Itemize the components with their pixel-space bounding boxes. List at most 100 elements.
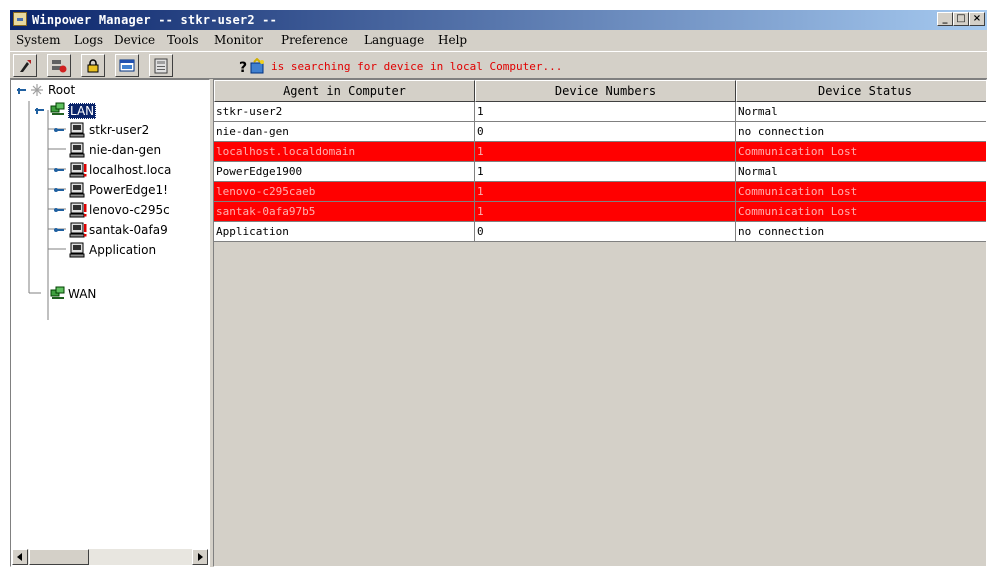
tools-button[interactable] [13,54,37,77]
cell-device-status: Normal [736,102,986,122]
minimize-button[interactable]: _ [937,12,953,26]
cell-agent: localhost.localdomain [214,142,475,162]
tree-label: PowerEdge1! [89,183,168,197]
app-window: Winpower Manager -- stkr-user2 -- _ □ × … [10,10,987,567]
table-row[interactable]: stkr-user2 1 Normal [214,102,986,122]
tree-label: Root [48,83,76,97]
device-tree: Root LAN stkr-user2 nie-dan-gen localhos… [10,79,210,567]
cell-device-status: no connection [736,122,986,142]
window-icon [119,59,135,72]
table-row[interactable]: Application 0 no connection [214,222,986,242]
network-icon [50,102,65,115]
menu-tools[interactable]: Tools [167,33,199,47]
title-bar[interactable]: Winpower Manager -- stkr-user2 -- _ □ × [10,10,987,30]
cell-device-numbers: 1 [475,162,736,182]
table-row[interactable]: PowerEdge1900 1 Normal [214,162,986,182]
app-icon[interactable] [13,12,27,26]
scroll-right-arrow[interactable] [192,549,208,565]
network-icon [50,286,65,299]
help-icon: ? [239,60,247,76]
menu-language[interactable]: Language [364,33,424,47]
calculator-icon [154,58,168,74]
tree-label: WAN [68,287,97,301]
tools-icon [20,60,31,72]
table-header: Agent in Computer Device Numbers Device … [214,80,986,102]
cell-device-status: no connection [736,222,986,242]
table-row[interactable]: localhost.localdomain 1 Communication Lo… [214,142,986,162]
cell-device-numbers: 1 [475,182,736,202]
scroll-left-arrow[interactable] [12,549,28,565]
status-message: is searching for device in local Compute… [271,60,563,73]
expand-toggle[interactable] [33,106,45,114]
window-title: Winpower Manager -- stkr-user2 -- [32,13,278,27]
arrow-left-icon [17,553,22,561]
cell-agent: stkr-user2 [214,102,475,122]
column-header-agent[interactable]: Agent in Computer [214,80,475,102]
tree-label: lenovo-c295c [89,203,170,217]
close-button[interactable]: × [969,12,985,26]
window-button[interactable] [115,54,139,77]
tree-label: santak-0afa9 [89,223,168,237]
computer-icon [69,142,85,158]
scroll-thumb[interactable] [29,549,89,565]
device-list-button[interactable] [47,54,71,77]
menu-bar: System Logs Device Tools Monitor Prefere… [10,30,987,50]
cell-device-numbers: 1 [475,202,736,222]
cell-device-numbers: 1 [475,102,736,122]
expand-toggle[interactable] [53,226,65,234]
menu-system[interactable]: System [16,33,60,47]
lock-icon [87,59,99,73]
tree-label: LAN [68,103,97,119]
cell-agent: lenovo-c295caeb [214,182,475,202]
search-device-icon [250,57,264,74]
menu-monitor[interactable]: Monitor [214,33,263,47]
arrow-right-icon [198,553,203,561]
status-icons: ? [236,57,268,76]
cell-agent: Application [214,222,475,242]
table-row[interactable]: lenovo-c295caeb 1 Communication Lost [214,182,986,202]
expand-toggle[interactable] [15,86,27,94]
computer-warning-icon [69,162,87,178]
computer-icon [69,242,85,258]
column-header-device-numbers[interactable]: Device Numbers [475,80,736,102]
root-icon [31,84,43,96]
cell-device-status: Communication Lost [736,142,986,162]
tree-label: localhost.loca [89,163,172,177]
menu-preference[interactable]: Preference [281,33,348,47]
computer-warning-icon [69,222,87,238]
cell-device-numbers: 1 [475,142,736,162]
tree-lines [28,101,66,320]
cell-device-numbers: 0 [475,222,736,242]
expand-toggle[interactable] [53,126,65,134]
computer-warning-icon [69,202,87,218]
menu-device[interactable]: Device [114,33,155,47]
cell-device-status: Communication Lost [736,202,986,222]
cell-agent: nie-dan-gen [214,122,475,142]
expand-toggle[interactable] [53,206,65,214]
computer-icon [69,122,85,138]
tree-label: Application [89,243,157,257]
toolbar: ? is searching for device in local Compu… [10,51,987,79]
cell-agent: PowerEdge1900 [214,162,475,182]
calculator-button[interactable] [149,54,173,77]
computer-icon [69,182,85,198]
cell-device-status: Communication Lost [736,182,986,202]
column-header-device-status[interactable]: Device Status [736,80,986,102]
agent-table: Agent in Computer Device Numbers Device … [213,79,987,567]
tree-label: stkr-user2 [89,123,150,137]
device-list-icon [52,60,67,73]
cell-agent: santak-0afa97b5 [214,202,475,222]
expand-toggle[interactable] [53,186,65,194]
svg-text:?: ? [239,60,247,76]
maximize-button[interactable]: □ [953,12,969,26]
menu-help[interactable]: Help [438,33,467,47]
tree-label: nie-dan-gen [89,143,162,157]
lock-button[interactable] [81,54,105,77]
table-row[interactable]: nie-dan-gen 0 no connection [214,122,986,142]
cell-device-numbers: 0 [475,122,736,142]
menu-logs[interactable]: Logs [74,33,103,47]
cell-device-status: Normal [736,162,986,182]
expand-toggle[interactable] [53,166,65,174]
tree-horizontal-scrollbar[interactable] [12,549,208,565]
table-row[interactable]: santak-0afa97b5 1 Communication Lost [214,202,986,222]
